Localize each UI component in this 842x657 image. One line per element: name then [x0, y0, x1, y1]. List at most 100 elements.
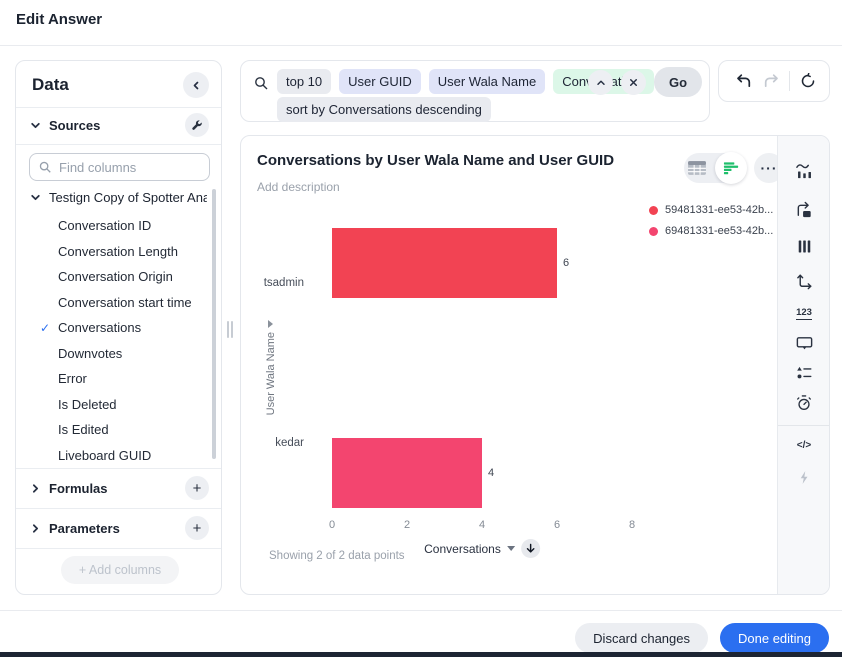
bar[interactable]	[332, 228, 557, 298]
sort-descending-button[interactable]	[521, 539, 540, 558]
bar-value-label: 6	[563, 256, 569, 270]
footer-divider	[0, 610, 842, 611]
answer-card: Conversations by User Wala Name and User…	[240, 135, 830, 595]
number-format-icon: 123	[796, 307, 812, 320]
chevron-right-icon	[30, 483, 42, 494]
column-label: Conversations	[58, 320, 141, 335]
wrench-icon	[191, 119, 203, 131]
search-token[interactable]: top 10	[277, 69, 331, 94]
column-item[interactable]: Liveboard GUID	[16, 443, 211, 469]
column-item[interactable]: Conversation Origin	[16, 264, 211, 290]
clear-search-button[interactable]	[621, 70, 646, 95]
column-label: Error	[58, 371, 87, 386]
chart-mode-button[interactable]	[715, 152, 747, 184]
time-series-button[interactable]	[792, 391, 816, 415]
number-format-button[interactable]: 123	[792, 301, 816, 325]
panel-resize-handle[interactable]	[227, 321, 234, 338]
x-tick-label: 6	[554, 519, 560, 531]
search-icon	[253, 75, 269, 91]
reset-button[interactable]	[794, 67, 822, 95]
close-icon	[628, 77, 639, 88]
column-item[interactable]: Error	[16, 366, 211, 392]
search-token-row-2: sort by Conversations descending	[277, 97, 491, 122]
chart-analyze-icon	[795, 162, 814, 181]
search-token[interactable]: User Wala Name	[429, 69, 545, 94]
column-label: Liveboard GUID	[58, 448, 151, 463]
go-button[interactable]: Go	[654, 67, 702, 97]
search-token[interactable]: sort by Conversations descending	[277, 97, 491, 122]
chevron-left-icon	[191, 80, 202, 91]
chart-config-rail: 123 </>	[777, 136, 829, 594]
column-label: Conversation start time	[58, 295, 192, 310]
column-label: Conversation ID	[58, 218, 151, 233]
collapse-panel-button[interactable]	[183, 72, 209, 98]
column-item[interactable]: Conversation Length	[16, 239, 211, 265]
reset-icon	[800, 73, 816, 89]
add-formula-button[interactable]: +	[185, 476, 209, 500]
x-axis-label[interactable]: Conversations	[424, 542, 501, 556]
column-label: Downvotes	[58, 346, 122, 361]
divider	[16, 144, 221, 145]
arrow-down-icon	[526, 543, 535, 554]
table-mode-button[interactable]	[687, 160, 707, 176]
search-token[interactable]: User GUID	[339, 69, 421, 94]
add-parameter-button[interactable]: +	[185, 516, 209, 540]
axes-config-button[interactable]	[792, 269, 816, 293]
x-tick-label: 0	[329, 519, 335, 531]
bar-chart-icon	[723, 161, 740, 176]
divider	[778, 425, 829, 426]
answer-title: Conversations by User Wala Name and User…	[257, 152, 614, 169]
y-axis-caret-icon	[268, 320, 273, 328]
table-icon	[687, 160, 707, 176]
bar-value-label: 4	[488, 466, 494, 480]
bar[interactable]	[332, 438, 482, 508]
column-item[interactable]: Is Edited	[16, 417, 211, 443]
column-item[interactable]: ✓Conversations	[16, 315, 211, 341]
axes-icon	[795, 272, 814, 291]
column-list: Conversation ID Conversation Length Conver…	[16, 213, 211, 468]
divider	[16, 548, 221, 549]
column-label: Conversation Length	[58, 244, 178, 259]
done-editing-button[interactable]: Done editing	[720, 623, 829, 653]
discard-changes-button[interactable]: Discard changes	[575, 623, 708, 653]
legend-settings-button[interactable]	[792, 361, 816, 385]
undo-button[interactable]	[729, 67, 757, 95]
collapse-search-button[interactable]	[588, 70, 613, 95]
edit-sources-button[interactable]	[185, 113, 209, 137]
chevron-right-icon	[30, 523, 42, 534]
spotiq-button[interactable]	[792, 465, 816, 489]
column-item[interactable]: Is Deleted	[16, 392, 211, 418]
column-item[interactable]: Downvotes	[16, 341, 211, 367]
column-item[interactable]: Conversation ID	[16, 213, 211, 239]
add-description[interactable]: Add description	[257, 180, 340, 194]
history-toolbar	[718, 60, 830, 102]
redo-button[interactable]	[757, 67, 785, 95]
y-axis-label[interactable]: User Wala Name	[265, 332, 277, 415]
column-label: Is Edited	[58, 422, 109, 437]
y-category-label: tsadmin	[241, 276, 304, 290]
x-tick-label: 4	[479, 519, 485, 531]
chevron-down-icon	[30, 120, 42, 131]
code-button[interactable]: </>	[792, 433, 816, 457]
find-columns-input[interactable]	[29, 153, 210, 181]
data-panel-title: Data	[32, 75, 69, 95]
search-bar: top 10User GUIDUser Wala NameConversatio…	[240, 60, 710, 122]
search-icon	[38, 160, 52, 174]
columns-config-button[interactable]	[792, 234, 816, 258]
tooltip-config-button[interactable]	[792, 331, 816, 355]
spotiq-icon	[797, 469, 812, 486]
chevron-down-icon	[30, 192, 42, 203]
column-label: Conversation Origin	[58, 269, 173, 284]
source-table-name: Testign Copy of Spotter Ana...	[49, 190, 207, 205]
change-visualization-icon	[795, 201, 814, 220]
formulas-label: Formulas	[49, 481, 108, 496]
data-panel: Data Sources Testign Copy of Spotter Ana…	[15, 60, 222, 595]
y-category-label: kedar	[241, 436, 304, 450]
columns-icon	[796, 238, 813, 255]
chart-analyze-button[interactable]	[792, 159, 816, 183]
change-visualization-button[interactable]	[792, 198, 816, 222]
column-item[interactable]: Conversation start time	[16, 290, 211, 316]
scrollbar[interactable]	[212, 189, 216, 459]
source-table-item[interactable]: Testign Copy of Spotter Ana...	[16, 185, 207, 209]
add-columns-button[interactable]: + Add columns	[61, 556, 179, 584]
